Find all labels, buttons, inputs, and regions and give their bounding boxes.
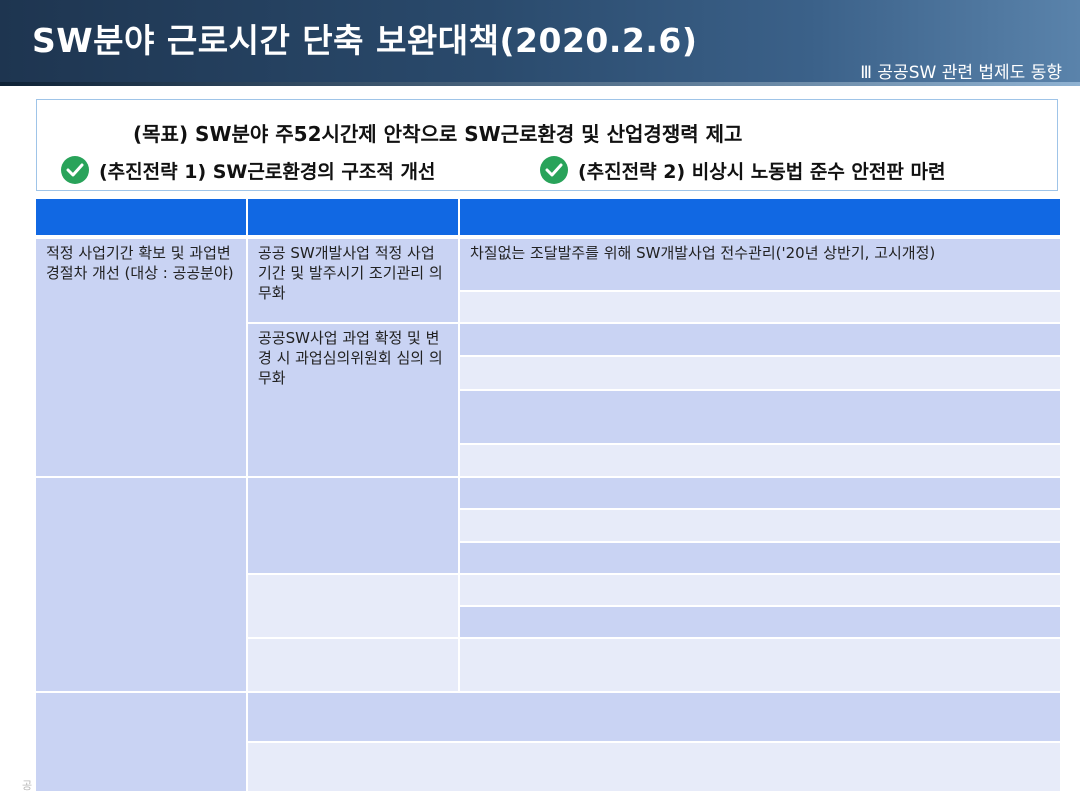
item-1: 공공 SW개발사업 적정 사업기간 및 발주시기 조기관리 의무화 <box>248 239 460 324</box>
table-cell <box>460 478 1060 510</box>
table-cell <box>460 391 1060 445</box>
goal-text: (목표) SW분야 주52시간제 안착으로 SW근로환경 및 산업경쟁력 제고 <box>133 122 743 146</box>
table-cell <box>460 292 1060 324</box>
footer-text: 공 <box>22 779 33 792</box>
table-cell <box>248 478 460 575</box>
title-bar: SW분야 근로시간 단축 보완대책(2020.2.6) Ⅲ 공공SW 관련 법제… <box>0 0 1080 86</box>
table-cell <box>248 639 460 693</box>
table-cell <box>248 693 1060 743</box>
goal-box: (목표) SW분야 주52시간제 안착으로 SW근로환경 및 산업경쟁력 제고 … <box>36 99 1058 191</box>
check-icon <box>540 156 568 184</box>
measures-table: 적정 사업기간 확보 및 과업변경절차 개선 (대상 : 공공분야) 공공 SW… <box>36 199 1060 791</box>
page-title: SW분야 근로시간 단축 보완대책(2020.2.6) <box>32 21 698 60</box>
table-cell <box>460 324 1060 357</box>
check-icon <box>61 156 89 184</box>
group-2-title <box>36 478 248 693</box>
table-cell <box>460 575 1060 607</box>
table-header-cell <box>460 199 1060 237</box>
strategy-2: (추진전략 2) 비상시 노동법 준수 안전판 마련 <box>540 156 945 184</box>
strategy-1-label: (추진전략 1) SW근로환경의 구조적 개선 <box>99 160 436 183</box>
table-header-cell <box>36 199 248 237</box>
group-3-title <box>36 693 248 791</box>
strategy-2-label: (추진전략 2) 비상시 노동법 준수 안전판 마련 <box>578 160 946 183</box>
item-2: 공공SW사업 과업 확정 및 변경 시 과업심의위원회 심의 의무화 <box>248 324 460 478</box>
table-cell <box>460 639 1060 693</box>
strategy-1: (추진전략 1) SW근로환경의 구조적 개선 <box>61 156 435 184</box>
table-cell <box>248 575 460 639</box>
table-cell <box>460 543 1060 575</box>
group-1-title: 적정 사업기간 확보 및 과업변경절차 개선 (대상 : 공공분야) <box>36 239 248 478</box>
table-cell <box>460 357 1060 391</box>
detail-1: 차질없는 조달발주를 위해 SW개발사업 전수관리('20년 상반기, 고시개정… <box>460 239 1060 292</box>
table-cell <box>460 510 1060 543</box>
section-label: Ⅲ 공공SW 관련 법제도 동향 <box>860 63 1062 83</box>
table-header-cell <box>248 199 460 237</box>
table-cell <box>460 607 1060 639</box>
table-cell <box>248 743 1060 791</box>
table-cell <box>460 445 1060 478</box>
